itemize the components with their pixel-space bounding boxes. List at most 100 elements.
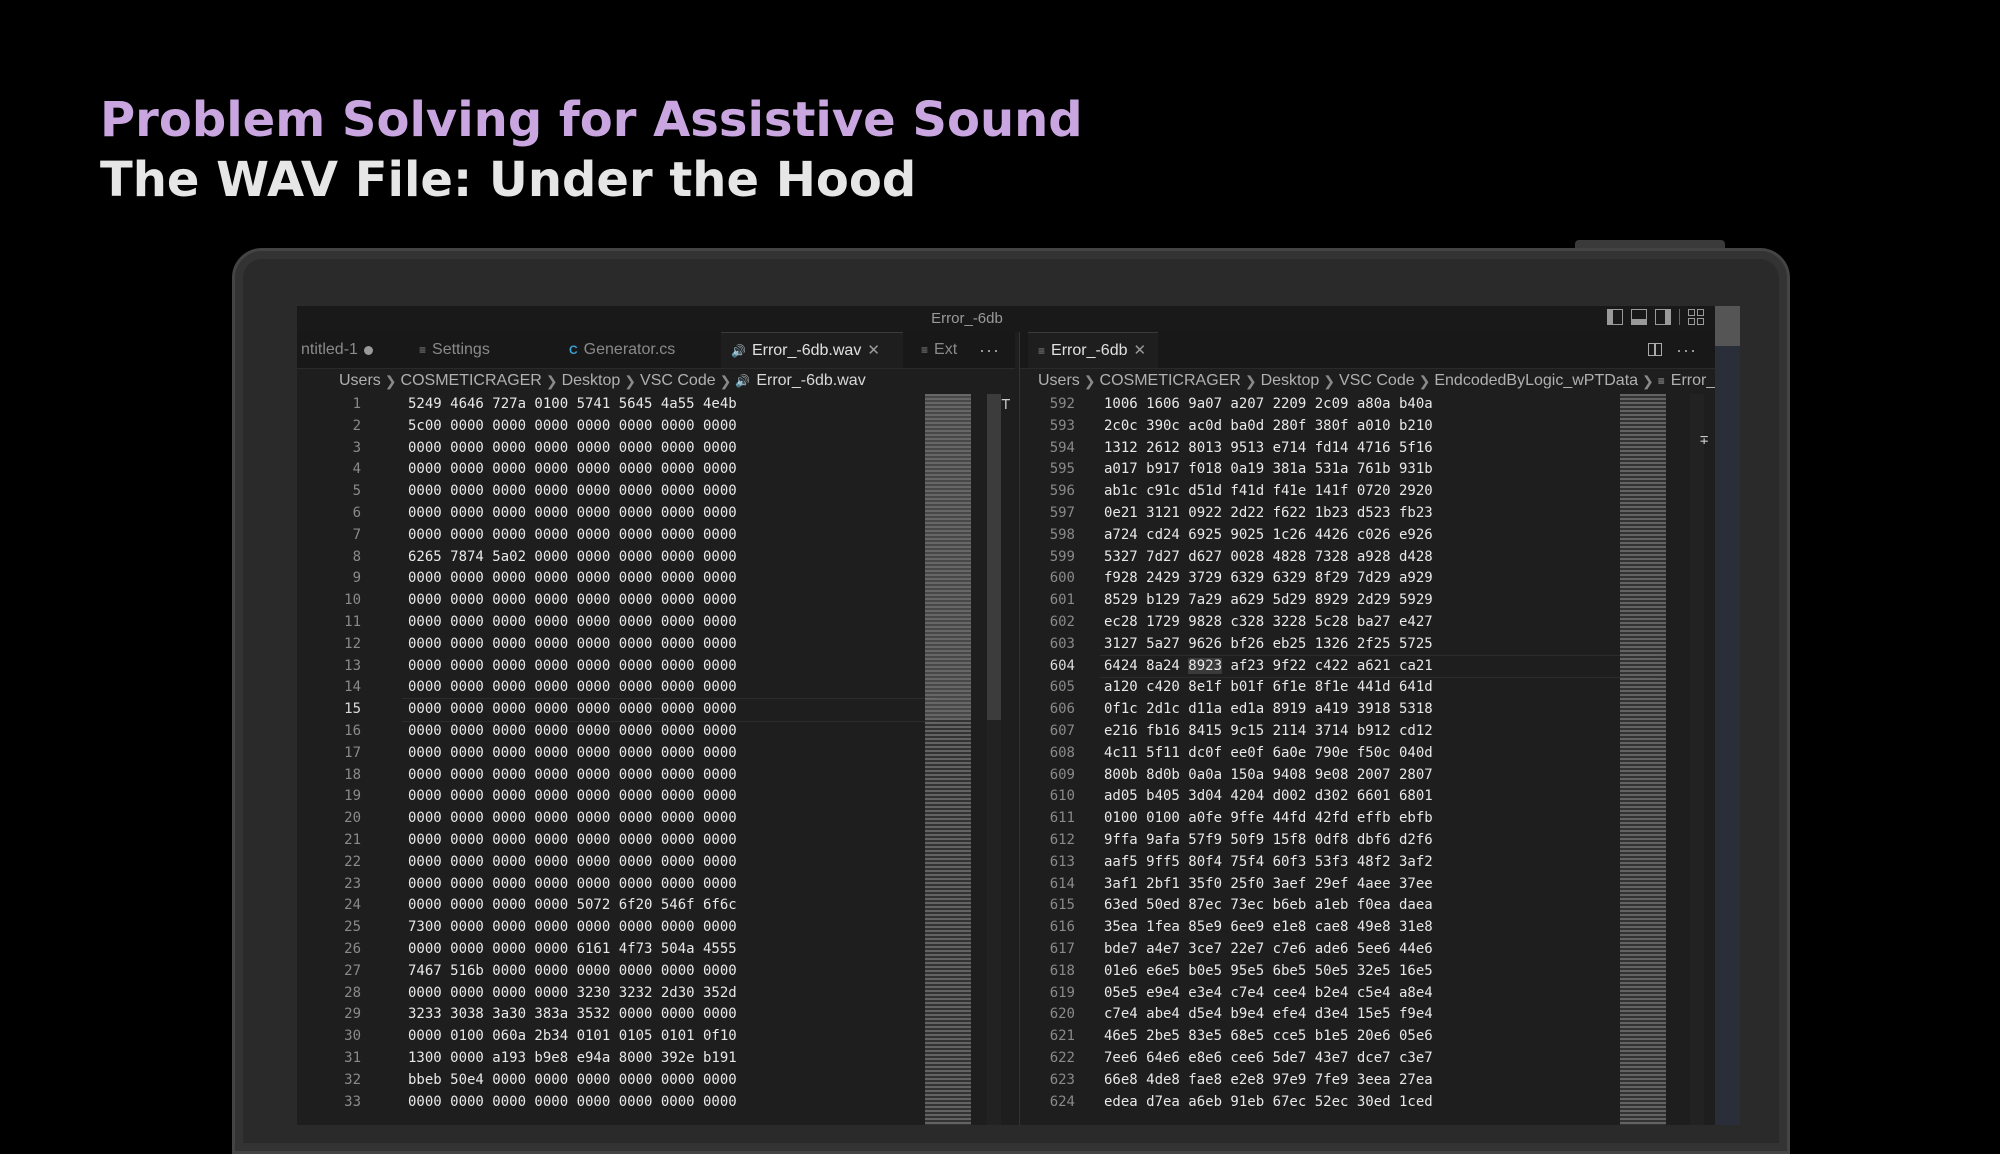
hex-line-text[interactable]: 0000 0000 0000 0000 0000 0000 0000 0000 [408,677,737,699]
close-icon[interactable]: ✕ [1134,333,1147,368]
code-line[interactable]: 2 5c00 0000 0000 0000 0000 0000 0000 0000 [297,416,1015,438]
hex-line-text[interactable]: 0000 0000 0000 0000 0000 0000 0000 0000 [408,525,737,547]
code-line[interactable]: 29 3233 3038 3a30 383a 3532 0000 0000 000… [297,1004,1015,1026]
code-line[interactable]: 614 3af1 2bf1 35f0 25f0 3aef 29ef 4aee 37… [1020,874,1716,896]
hex-line-text[interactable]: 7467 516b 0000 0000 0000 0000 0000 0000 [408,961,737,983]
hex-line-text[interactable]: bde7 a4e7 3ce7 22e7 c7e6 ade6 5ee6 44e6 [1104,939,1433,961]
minimap-slider[interactable] [925,394,971,720]
breadcrumb-item[interactable]: Desktop [562,372,621,390]
hex-line-text[interactable]: 0000 0000 0000 0000 0000 0000 0000 0000 [408,503,737,525]
hex-line-text[interactable]: 0000 0000 0000 0000 0000 0000 0000 0000 [408,438,737,460]
hex-line-text[interactable]: 0000 0000 0000 0000 0000 0000 0000 0000 [408,808,737,830]
code-line[interactable]: 593 2c0c 390c ac0d ba0d 280f 380f a010 b2… [1020,416,1716,438]
hex-line-text[interactable]: 0e21 3121 0922 2d22 f622 1b23 d523 fb23 [1104,503,1433,525]
hex-line-text[interactable]: 0000 0000 0000 0000 0000 0000 0000 0000 [408,721,737,743]
breadcrumb-item[interactable]: COSMETICRAGER [401,372,542,390]
hex-line-text[interactable]: 6424 8a24 8923 af23 9f22 c422 a621 ca21 [1104,656,1433,678]
code-line[interactable]: 604 6424 8a24 8923 af23 9f22 c422 a621 ca… [1020,654,1716,679]
hex-line-text[interactable]: aaf5 9ff5 80f4 75f4 60f3 53f3 48f2 3af2 [1104,852,1433,874]
hex-line-text[interactable]: 6265 7874 5a02 0000 0000 0000 0000 0000 [408,547,737,569]
hex-line-text[interactable]: 46e5 2be5 83e5 68e5 cce5 b1e5 20e6 05e6 [1104,1026,1433,1048]
code-line[interactable]: 4 0000 0000 0000 0000 0000 0000 0000 0000 [297,459,1015,481]
code-line[interactable]: 594 1312 2612 8013 9513 e714 fd14 4716 5f… [1020,438,1716,460]
hex-line-text[interactable]: bbeb 50e4 0000 0000 0000 0000 0000 0000 [408,1070,737,1092]
hex-line-text[interactable]: c7e4 abe4 d5e4 b9e4 efe4 d3e4 15e5 f9e4 [1104,1004,1433,1026]
code-line[interactable]: 14 0000 0000 0000 0000 0000 0000 0000 000… [297,677,1015,699]
code-line[interactable]: 619 05e5 e9e4 e3e4 c7e4 cee4 b2e4 c5e4 a8… [1020,983,1716,1005]
code-line[interactable]: 606 0f1c 2d1c d11a ed1a 8919 a419 3918 53… [1020,699,1716,721]
hex-line-text[interactable]: 01e6 e6e5 b0e5 95e5 6be5 50e5 32e5 16e5 [1104,961,1433,983]
scrollbar-thumb[interactable] [987,394,1001,720]
hex-line-text[interactable]: 0000 0000 0000 0000 0000 0000 0000 0000 [408,1092,737,1114]
code-line[interactable]: 603 3127 5a27 9626 bf26 eb25 1326 2f25 57… [1020,634,1716,656]
hex-line-text[interactable]: 0000 0000 0000 0000 0000 0000 0000 0000 [408,590,737,612]
hex-line-text[interactable]: 63ed 50ed 87ec 73ec b6eb a1eb f0ea daea [1104,895,1433,917]
code-line[interactable]: 9 0000 0000 0000 0000 0000 0000 0000 0000 [297,568,1015,590]
code-line[interactable]: 6 0000 0000 0000 0000 0000 0000 0000 0000 [297,503,1015,525]
code-line[interactable]: 597 0e21 3121 0922 2d22 f622 1b23 d523 fb… [1020,503,1716,525]
hex-line-text[interactable]: f928 2429 3729 6329 6329 8f29 7d29 a929 [1104,568,1433,590]
tab-error-6db[interactable]: ≡ Error_-6db ✕ [1028,332,1158,368]
breadcrumb-item[interactable]: VSC Code [640,372,716,390]
vertical-scrollbar[interactable] [987,394,1001,1125]
code-line[interactable]: 613 aaf5 9ff5 80f4 75f4 60f3 53f3 48f2 3a… [1020,852,1716,874]
code-line[interactable]: 15 0000 0000 0000 0000 0000 0000 0000 000… [297,698,1015,722]
hex-line-text[interactable]: ab1c c91c d51d f41d f41e 141f 0720 2920 [1104,481,1433,503]
code-line[interactable]: 608 4c11 5f11 dc0f ee0f 6a0e 790e f50c 04… [1020,743,1716,765]
hex-line-text[interactable]: a120 c420 8e1f b01f 6f1e 8f1e 441d 641d [1104,677,1433,699]
code-line[interactable]: 620 c7e4 abe4 d5e4 b9e4 efe4 d3e4 15e5 f9… [1020,1004,1716,1026]
code-line[interactable]: 7 0000 0000 0000 0000 0000 0000 0000 0000 [297,525,1015,547]
hex-line-text[interactable]: 4c11 5f11 dc0f ee0f 6a0e 790e f50c 040d [1104,743,1433,765]
hex-line-text[interactable]: 0000 0000 0000 0000 0000 0000 0000 0000 [408,699,737,721]
tab-settings[interactable]: ≡ Settings [409,332,529,368]
hex-line-text[interactable]: 0000 0000 0000 0000 0000 0000 0000 0000 [408,786,737,808]
code-line[interactable]: 24 0000 0000 0000 0000 5072 6f20 546f 6f6… [297,895,1015,917]
code-line[interactable]: 1 5249 4646 727a 0100 5741 5645 4a55 4e4b [297,394,1015,416]
code-line[interactable]: 33 0000 0000 0000 0000 0000 0000 0000 000… [297,1092,1015,1114]
minimap[interactable] [1620,394,1666,1125]
split-editor-icon[interactable] [1648,343,1662,356]
hex-line-text[interactable]: 5c00 0000 0000 0000 0000 0000 0000 0000 [408,416,737,438]
hex-line-text[interactable]: 0000 0000 0000 0000 0000 0000 0000 0000 [408,765,737,787]
hex-line-text[interactable]: e216 fb16 8415 9c15 2114 3714 b912 cd12 [1104,721,1433,743]
code-line[interactable]: 607 e216 fb16 8415 9c15 2114 3714 b912 cd… [1020,721,1716,743]
hex-line-text[interactable]: 7ee6 64e6 e8e6 cee6 5de7 43e7 dce7 c3e7 [1104,1048,1433,1070]
hex-line-text[interactable]: 0000 0000 0000 0000 0000 0000 0000 0000 [408,743,737,765]
code-line[interactable]: 611 0100 0100 a0fe 9ffe 44fd 42fd effb eb… [1020,808,1716,830]
hex-line-text[interactable]: 0000 0000 0000 0000 0000 0000 0000 0000 [408,874,737,896]
code-line[interactable]: 10 0000 0000 0000 0000 0000 0000 0000 000… [297,590,1015,612]
hex-line-text[interactable]: 66e8 4de8 fae8 e2e8 97e9 7fe9 3eea 27ea [1104,1070,1433,1092]
hex-line-text[interactable]: 0000 0100 060a 2b34 0101 0105 0101 0f10 [408,1026,737,1048]
code-line[interactable]: 13 0000 0000 0000 0000 0000 0000 0000 000… [297,656,1015,678]
hex-line-text[interactable]: 0000 0000 0000 0000 5072 6f20 546f 6f6c [408,895,737,917]
tab-error-6db-wav[interactable]: 🔊 Error_-6db.wav ✕ [721,332,903,368]
breadcrumb-item[interactable]: Desktop [1261,372,1320,390]
vertical-scrollbar[interactable] [1690,394,1704,1125]
breadcrumb-item[interactable]: VSC Code [1339,372,1415,390]
code-line[interactable]: 617 bde7 a4e7 3ce7 22e7 c7e6 ade6 5ee6 44… [1020,939,1716,961]
code-line[interactable]: 618 01e6 e6e5 b0e5 95e5 6be5 50e5 32e5 16… [1020,961,1716,983]
hex-line-text[interactable]: 0000 0000 0000 0000 0000 0000 0000 0000 [408,634,737,656]
breadcrumb-item-current[interactable]: 🔊 Error_-6db.wav [735,372,865,390]
code-line[interactable]: 601 8529 b129 7a29 a629 5d29 8929 2d29 59… [1020,590,1716,612]
hex-line-text[interactable]: 9ffa 9afa 57f9 50f9 15f8 0df8 dbf6 d2f6 [1104,830,1433,852]
code-line[interactable]: 605 a120 c420 8e1f b01f 6f1e 8f1e 441d 64… [1020,677,1716,699]
code-line[interactable]: 621 46e5 2be5 83e5 68e5 cce5 b1e5 20e6 05… [1020,1026,1716,1048]
code-line[interactable]: 21 0000 0000 0000 0000 0000 0000 0000 000… [297,830,1015,852]
hex-line-text[interactable]: 3127 5a27 9626 bf26 eb25 1326 2f25 5725 [1104,634,1433,656]
customize-layout-icon[interactable] [1688,309,1704,325]
code-line[interactable]: 609 800b 8d0b 0a0a 150a 9408 9e08 2007 28… [1020,765,1716,787]
code-line[interactable]: 17 0000 0000 0000 0000 0000 0000 0000 000… [297,743,1015,765]
code-line[interactable]: 600 f928 2429 3729 6329 6329 8f29 7d29 a9… [1020,568,1716,590]
code-line[interactable]: 26 0000 0000 0000 0000 6161 4f73 504a 455… [297,939,1015,961]
hex-line-text[interactable]: 5249 4646 727a 0100 5741 5645 4a55 4e4b [408,394,737,416]
hex-line-text[interactable]: 35ea 1fea 85e9 6ee9 e1e8 cae8 49e8 31e8 [1104,917,1433,939]
minimap[interactable] [925,394,971,1125]
toggle-secondary-sidebar-icon[interactable] [1655,309,1671,325]
hex-line-text[interactable]: 3233 3038 3a30 383a 3532 0000 0000 0000 [408,1004,737,1026]
hex-line-text[interactable]: 1300 0000 a193 b9e8 e94a 8000 392e b191 [408,1048,737,1070]
code-line[interactable]: 624 edea d7ea a6eb 91eb 67ec 52ec 30ed 1c… [1020,1092,1716,1114]
code-line[interactable]: 30 0000 0100 060a 2b34 0101 0105 0101 0f1… [297,1026,1015,1048]
tab-untitled-1[interactable]: ntitled-1 [297,332,397,368]
hex-line-text[interactable]: 0000 0000 0000 0000 0000 0000 0000 0000 [408,481,737,503]
